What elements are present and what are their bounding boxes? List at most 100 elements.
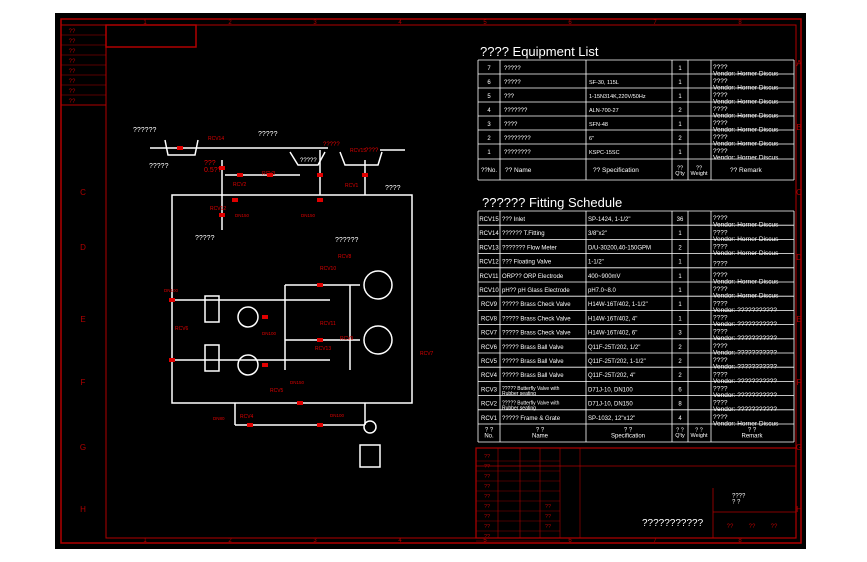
fitting-row-no: RCV7 (481, 331, 498, 337)
diagram-label: DN150 (301, 213, 316, 218)
drawing-canvas[interactable]: 1 2 3 4 5 6 7 81 2 3 4 5 6 7 8CDEFGHABCDEFGH ?????????… (0, 0, 867, 562)
diagram-label: RCV15 (350, 148, 366, 154)
diagram-label: DN80 (213, 416, 225, 421)
valve-symbol (237, 173, 243, 177)
equipment-row-name: ????? (504, 80, 521, 86)
ruler-right-label: D (796, 253, 802, 262)
fitting-row-spec: D/U-30200,40-150GPM (588, 245, 651, 251)
fitting-row-name: ??? Inlet (502, 217, 525, 223)
fitting-row-name: ????? Brass Ball Valve (502, 373, 564, 379)
title-block-cell: ?? (484, 454, 490, 460)
fitting-row-spec: Q11F-25T/202, 1-1/2" (588, 359, 646, 365)
fitting-row-spec: 3/8"x2" (588, 231, 607, 237)
fitting-schedule-title: ?????? Fitting Schedule (482, 195, 622, 210)
valve-symbol (317, 338, 323, 342)
title-block-cell: ?? (749, 524, 756, 530)
title-block-cell: ?? (484, 484, 490, 490)
fitting-row-name: ??????? Flow Meter (502, 245, 557, 251)
title-block-cell: ?? (545, 504, 551, 510)
ruler-right-label: C (796, 188, 802, 197)
fitting-row-spec: H14W-16T/402, 6" (588, 331, 637, 337)
diagram-label: RCV14 (208, 136, 224, 142)
diagram-label: ????? (300, 158, 317, 164)
diagram-label: DN100 (164, 288, 179, 293)
diagram-label: ???? (365, 148, 379, 154)
valve-symbol (169, 298, 175, 302)
diagram-label: RCV7 (420, 351, 434, 357)
equipment-head-name: ?? Name (505, 167, 532, 174)
ruler-right-label: E (796, 315, 801, 324)
fitting-row-no: RCV15 (479, 217, 499, 223)
diagram-label: ????? (195, 235, 215, 242)
fitting-row-remark: ???? (713, 261, 728, 268)
diagram-label: DN150 (290, 380, 305, 385)
diagram-label: ???? (385, 185, 401, 192)
ruler-left-label: F (81, 378, 86, 387)
valve-symbol (297, 401, 303, 405)
corner-box-cell: ?? (69, 89, 76, 95)
fitting-row-name: ?????? T.Fitting (502, 231, 545, 237)
equipment-list-title: ???? Equipment List (480, 44, 599, 59)
corner-box-cell: ?? (69, 29, 76, 35)
paper (55, 13, 806, 549)
fitting-row-name: ????? Brass Ball Valve (502, 345, 564, 351)
valve-symbol (169, 358, 175, 362)
fitting-row-no: RCV4 (481, 373, 498, 379)
fitting-row-name: ????? Brass Check Valve (502, 302, 571, 308)
valve-symbol (362, 173, 368, 177)
equipment-row-name: ???????? (504, 136, 531, 142)
equipment-row-spec: ALN-700-27 (589, 108, 619, 114)
diagram-label: RCV2 (233, 182, 247, 188)
equipment-row-name: ??? (504, 94, 515, 100)
fitting-row-spec: Q11F-25T/202, 1/2" (588, 345, 640, 351)
fitting-row-spec: pH7.0~8.0 (588, 288, 617, 294)
diagram-label: RCV3 (262, 171, 276, 177)
valve-symbol (317, 173, 323, 177)
equipment-head-no: ??No. (481, 168, 497, 174)
fitting-row-no: RCV1 (481, 416, 498, 422)
fitting-row-no: RCV6 (481, 345, 498, 351)
diagram-label: RCV13 (315, 346, 331, 352)
fitting-row-spec: SP-1032, 12"x12" (588, 416, 635, 422)
cad-drawing-sheet[interactable]: 1234567812345678CDEFGHABCDEFGH ?????????… (0, 0, 867, 562)
valve-symbol (262, 363, 268, 367)
title-block-cell: ?? (484, 494, 490, 500)
corner-box-cell: ?? (69, 69, 76, 75)
ruler-right-label: G (796, 443, 802, 452)
fitting-row-spec: 400~900mV (588, 274, 621, 280)
equipment-row-name: ????? (504, 66, 521, 72)
title-block-cell: ?? (545, 524, 551, 530)
fitting-row-no: RCV2 (481, 402, 498, 408)
diagram-label: RCV1 (345, 183, 359, 189)
title-block-cell: ?? (545, 514, 551, 520)
diagram-label: ?????? (133, 127, 156, 134)
title-block-cell: ?? (484, 514, 490, 520)
fitting-row-spec: H14W-16T/402, 4" (588, 316, 637, 322)
corner-box-cell: ?? (69, 49, 76, 55)
equipment-row-spec: SF-30, 115L (589, 80, 619, 86)
ruler-left-label: E (80, 315, 85, 324)
fitting-row-spec: D71J-10, DN100 (588, 387, 633, 393)
title-block-cell: ?? (727, 524, 734, 530)
fitting-row-no: RCV13 (479, 245, 499, 251)
title-block-cell: ?? (771, 524, 778, 530)
ruler-right-label: B (796, 123, 801, 132)
title-block-cell: ?? (484, 534, 490, 540)
equipment-row-spec: 1-15N314K,220V/50Hz (589, 94, 646, 100)
fitting-row-no: RCV9 (481, 302, 498, 308)
diagram-label: DN100 (330, 413, 345, 418)
corner-box-cell: ?? (69, 79, 76, 85)
fitting-row-no: RCV14 (479, 231, 499, 237)
equipment-head-spec: ?? Specification (593, 167, 639, 174)
ruler-right-label: A (796, 59, 802, 68)
valve-symbol (317, 283, 323, 287)
equipment-row-name: ??????? (504, 108, 528, 114)
diagram-label: RCV5 (270, 388, 284, 394)
fitting-row-no: RCV3 (481, 387, 498, 393)
corner-box-cell: ?? (69, 59, 76, 65)
valve-symbol (317, 198, 323, 202)
fitting-row-name: ????? Brass Ball Valve (502, 359, 564, 365)
equipment-row-spec: KSPC-15SC (589, 150, 620, 156)
fitting-row-name: ????? Frame & Grate (502, 416, 561, 422)
fitting-row-name: ????? Brass Check Valve (502, 331, 571, 337)
